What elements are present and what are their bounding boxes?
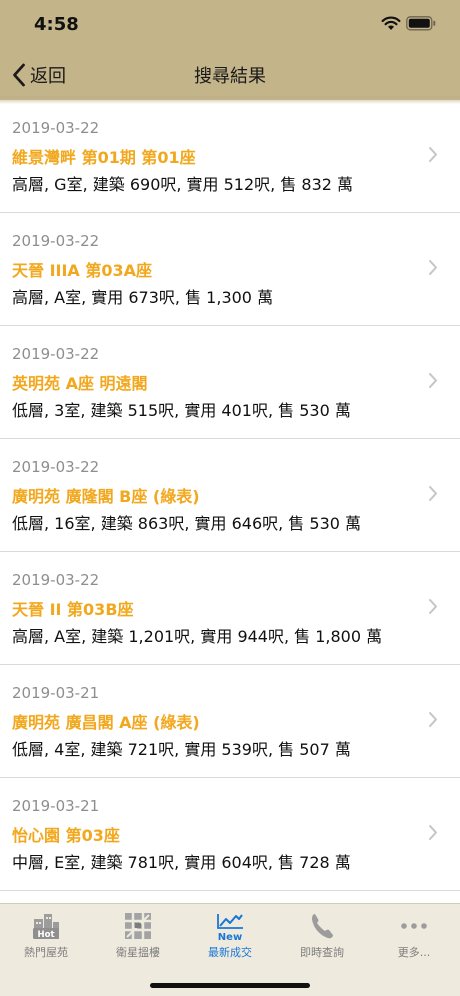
tab-hot-buildings[interactable]: Hot 熱門屋苑 bbox=[0, 904, 92, 964]
property-name: 廣明苑 廣昌閣 A座 (綠表) bbox=[12, 713, 200, 732]
new-transactions-icon: New bbox=[217, 914, 243, 941]
phone-icon bbox=[312, 914, 333, 939]
header: 4:58 返回 搜尋結果 bbox=[0, 0, 460, 100]
tab-satellite-search[interactable]: 衛星搵樓 bbox=[92, 904, 184, 964]
results-list: 2019-03-22 維景灣畔 第01期 第01座 高層, G室, 建築 690… bbox=[0, 100, 460, 891]
status-bar: 4:58 bbox=[0, 0, 460, 50]
transaction-date: 2019-03-22 bbox=[12, 345, 100, 363]
transaction-detail: 中層, E室, 建築 781呎, 實用 604呎, 售 728 萬 bbox=[12, 853, 351, 872]
hot-badge: Hot bbox=[37, 930, 54, 940]
new-badge: New bbox=[218, 932, 242, 941]
list-item[interactable]: 2019-03-22 天晉 II 第03B座 高層, A室, 建築 1,201呎… bbox=[0, 552, 460, 665]
battery-icon bbox=[406, 16, 436, 31]
list-item[interactable]: 2019-03-21 廣明苑 廣昌閣 A座 (綠表) 低層, 4室, 建築 72… bbox=[0, 665, 460, 778]
tab-new-transactions[interactable]: New 最新成交 bbox=[184, 904, 276, 964]
more-icon bbox=[401, 923, 427, 929]
list-item[interactable]: 2019-03-22 英明苑 A座 明遠閣 低層, 3室, 建築 515呎, 實… bbox=[0, 326, 460, 439]
tab-label: 最新成交 bbox=[208, 946, 252, 959]
hot-buildings-icon: Hot bbox=[33, 914, 59, 940]
wifi-icon bbox=[381, 16, 401, 30]
page-title: 搜尋結果 bbox=[194, 66, 266, 87]
transaction-detail: 高層, G室, 建築 690呎, 實用 512呎, 售 832 萬 bbox=[12, 175, 354, 194]
chevron-right-icon bbox=[429, 825, 437, 840]
transaction-date: 2019-03-22 bbox=[12, 571, 100, 589]
chevron-right-icon bbox=[429, 599, 437, 614]
chevron-right-icon bbox=[429, 373, 437, 388]
property-name: 廣明苑 廣隆閣 B座 (綠表) bbox=[12, 487, 200, 506]
property-name: 維景灣畔 第01期 第01座 bbox=[12, 148, 196, 167]
chevron-right-icon bbox=[429, 260, 437, 275]
tab-instant-enquiry[interactable]: 即時查詢 bbox=[276, 904, 368, 964]
transaction-detail: 低層, 16室, 建築 863呎, 實用 646呎, 售 530 萬 bbox=[12, 514, 362, 533]
transaction-detail: 低層, 4室, 建築 721呎, 實用 539呎, 售 507 萬 bbox=[12, 740, 351, 759]
list-item[interactable]: 2019-03-21 怡心園 第03座 中層, E室, 建築 781呎, 實用 … bbox=[0, 778, 460, 891]
chevron-right-icon bbox=[429, 486, 437, 501]
chevron-right-icon bbox=[429, 712, 437, 727]
property-name: 天晉 II 第03B座 bbox=[12, 600, 134, 619]
list-item[interactable]: 2019-03-22 天晉 IIIA 第03A座 高層, A室, 實用 673呎… bbox=[0, 213, 460, 326]
list-item[interactable]: 2019-03-22 維景灣畔 第01期 第01座 高層, G室, 建築 690… bbox=[0, 100, 460, 213]
property-name: 怡心園 第03座 bbox=[12, 826, 120, 845]
transaction-date: 2019-03-22 bbox=[12, 458, 100, 476]
status-time: 4:58 bbox=[34, 14, 79, 35]
tab-label: 衛星搵樓 bbox=[116, 946, 160, 959]
list-item[interactable]: 2019-03-22 廣明苑 廣隆閣 B座 (綠表) 低層, 16室, 建築 8… bbox=[0, 439, 460, 552]
chevron-right-icon bbox=[429, 147, 437, 162]
property-name: 英明苑 A座 明遠閣 bbox=[12, 374, 148, 393]
tab-label: 更多... bbox=[397, 946, 431, 959]
home-indicator bbox=[150, 983, 310, 988]
transaction-date: 2019-03-21 bbox=[12, 797, 100, 815]
tab-more[interactable]: 更多... bbox=[368, 904, 460, 964]
tab-label: 熱門屋苑 bbox=[24, 946, 68, 959]
property-name: 天晉 IIIA 第03A座 bbox=[12, 261, 153, 280]
navigation-bar: 返回 搜尋結果 bbox=[0, 52, 460, 96]
transaction-date: 2019-03-22 bbox=[12, 232, 100, 250]
transaction-date: 2019-03-22 bbox=[12, 119, 100, 137]
transaction-detail: 高層, A室, 建築 1,201呎, 實用 944呎, 售 1,800 萬 bbox=[12, 627, 383, 646]
transaction-detail: 高層, A室, 實用 673呎, 售 1,300 萬 bbox=[12, 288, 274, 307]
transaction-detail: 低層, 3室, 建築 515呎, 實用 401呎, 售 530 萬 bbox=[12, 401, 351, 420]
satellite-map-icon bbox=[125, 913, 151, 939]
transaction-date: 2019-03-21 bbox=[12, 684, 100, 702]
tab-label: 即時查詢 bbox=[300, 946, 344, 959]
